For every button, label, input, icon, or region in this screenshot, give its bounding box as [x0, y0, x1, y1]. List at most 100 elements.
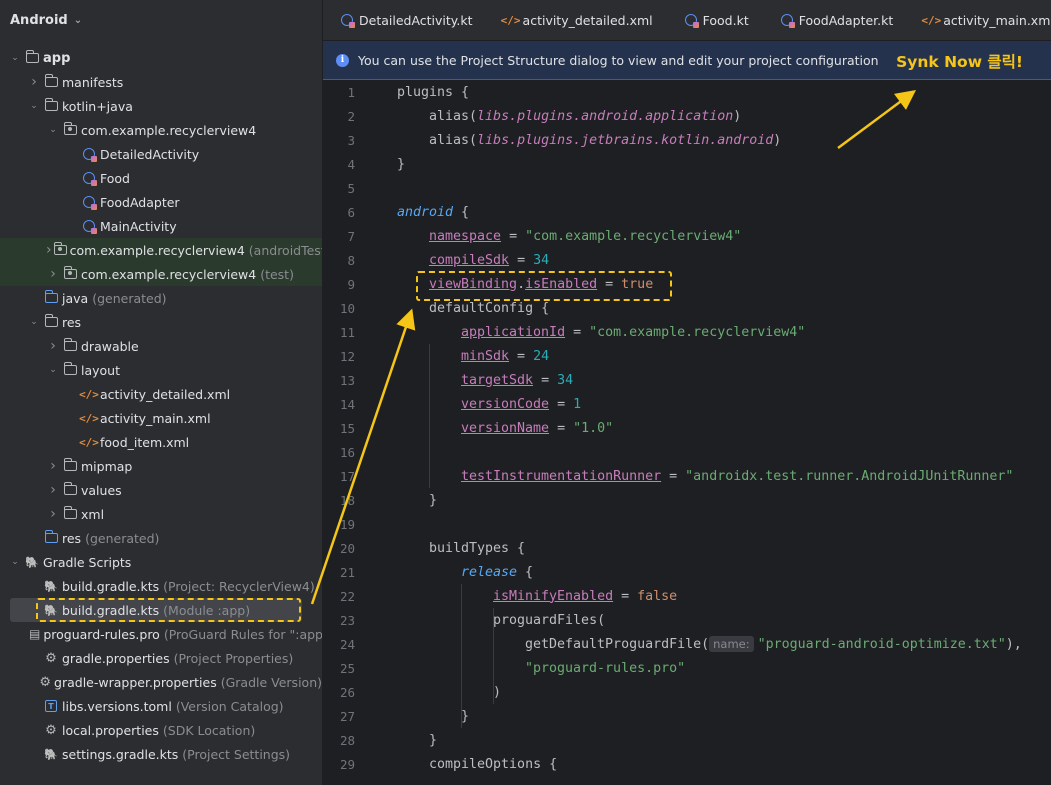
code-text: }	[429, 493, 437, 508]
tree-item[interactable]: ⚙ gradle-wrapper.properties (Gradle Versio…	[0, 670, 322, 694]
code-token: =	[565, 324, 590, 340]
chevron-right-icon[interactable]: ›	[46, 266, 60, 282]
tree-item-label: build.gradle.kts	[62, 578, 160, 594]
tree-item[interactable]: › com.example.recyclerview4 (test)	[0, 262, 322, 286]
chevron-right-icon[interactable]: ›	[46, 506, 60, 522]
package-icon	[62, 122, 78, 137]
tree-item[interactable]: 🐘 build.gradle.kts (Module :app)	[10, 598, 302, 622]
editor-tab[interactable]: </> activity_detailed.xml	[487, 0, 667, 40]
chevron-down-icon[interactable]: ⌄	[74, 15, 82, 26]
tree-item[interactable]: › manifests	[0, 70, 322, 94]
code-token: =	[597, 276, 622, 292]
chevron-down-icon[interactable]: ⌄	[8, 53, 22, 63]
tree-item-label: res	[62, 314, 82, 330]
chevron-down-icon[interactable]: ⌄	[46, 125, 60, 135]
code-token: versionCode	[461, 396, 550, 412]
editor-tab[interactable]: Food.kt	[667, 0, 763, 40]
kotlin-class-icon	[779, 13, 795, 28]
chevron-right-icon[interactable]: ›	[46, 338, 60, 354]
toml-icon: T	[43, 699, 59, 713]
tree-item[interactable]: 🐘 build.gradle.kts (Project: RecyclerView4…	[0, 574, 322, 598]
code-line: 20 buildTypes {	[323, 536, 1051, 560]
tree-item[interactable]: FoodAdapter	[0, 190, 322, 214]
tree-item[interactable]: ⌄ kotlin+java	[0, 94, 322, 118]
tree-item[interactable]: › com.example.recyclerview4 (androidTest)	[0, 238, 322, 262]
code-token: }	[461, 708, 470, 724]
tree-item-label: xml	[81, 506, 105, 522]
code-token: =	[549, 396, 574, 412]
tree-item[interactable]: java (generated)	[0, 286, 322, 310]
tree-item[interactable]: ⚙ gradle.properties (Project Properties)	[0, 646, 322, 670]
chevron-right-icon[interactable]: ›	[27, 74, 41, 90]
kotlin-class-icon	[81, 147, 97, 162]
tree-item[interactable]: ⌄ app	[0, 46, 322, 70]
code-token: )	[773, 132, 782, 148]
line-number: 22	[339, 588, 355, 604]
chevron-down-icon[interactable]: ⌄	[27, 101, 41, 111]
tree-item[interactable]: › drawable	[0, 334, 322, 358]
tree-item[interactable]: ⚙ local.properties (SDK Location)	[0, 718, 322, 742]
code-token: isEnabled	[525, 276, 598, 292]
code-editor[interactable]: 1 plugins {2 alias(libs.plugins.android.ap…	[323, 80, 1051, 785]
line-number: 1	[347, 84, 355, 100]
gear-icon: ⚙	[39, 674, 51, 690]
chevron-down-icon[interactable]: ⌄	[8, 557, 22, 567]
tree-item[interactable]: › values	[0, 478, 322, 502]
editor-tab[interactable]: DetailedActivity.kt	[323, 0, 487, 40]
tree-item[interactable]: MainActivity	[0, 214, 322, 238]
indent-guide	[461, 584, 462, 728]
code-text: applicationId = "com.example.recyclervie…	[461, 325, 805, 340]
chevron-right-icon[interactable]: ›	[46, 458, 60, 474]
tree-item-detail: (ProGuard Rules for ":app")	[163, 626, 323, 642]
tree-item[interactable]: </> activity_main.xml	[0, 406, 322, 430]
chevron-right-icon[interactable]: ›	[46, 242, 52, 258]
code-line: 12 minSdk = 24	[323, 344, 1051, 368]
code-token: versionName	[461, 420, 550, 436]
tree-item[interactable]: › mipmap	[0, 454, 322, 478]
chevron-right-icon[interactable]: ›	[46, 482, 60, 498]
code-token: defaultConfig {	[429, 300, 550, 316]
code-line: 26)	[323, 680, 1051, 704]
line-number: 17	[339, 468, 355, 484]
code-token: "proguard-android-optimize.txt"	[757, 636, 1006, 652]
tree-item[interactable]: Food	[0, 166, 322, 190]
parameter-hint: name:	[709, 635, 754, 652]
code-token: getDefaultProguardFile(	[525, 636, 710, 652]
tree-item[interactable]: 🐘 settings.gradle.kts (Project Settings)	[0, 742, 322, 766]
chevron-down-icon[interactable]: ⌄	[27, 317, 41, 327]
tree-item-label: values	[81, 482, 122, 498]
line-number: 5	[347, 180, 355, 196]
chevron-down-icon[interactable]: ⌄	[46, 365, 60, 375]
tree-item[interactable]: ⌄ 🐘 Gradle Scripts	[0, 550, 322, 574]
code-token: alias(	[429, 108, 478, 124]
project-view-selector[interactable]: Android ⌄	[0, 0, 322, 40]
tree-item[interactable]: ⌄ res	[0, 310, 322, 334]
tree-item[interactable]: </> food_item.xml	[0, 430, 322, 454]
tree-item[interactable]: › xml	[0, 502, 322, 526]
editor-tab[interactable]: FoodAdapter.kt	[763, 0, 908, 40]
line-number: 26	[339, 684, 355, 700]
code-line: 7 namespace = "com.example.recyclerview4"	[323, 224, 1051, 248]
code-text: compileSdk = 34	[429, 253, 549, 268]
banner-text: You can use the Project Structure dialog…	[358, 52, 879, 68]
code-text: minSdk = 24	[461, 349, 549, 364]
code-line: 17 testInstrumentationRunner = "androidx.…	[323, 464, 1051, 488]
tree-item[interactable]: ▤ proguard-rules.pro (ProGuard Rules for "…	[0, 622, 322, 646]
tree-item[interactable]: Tlibs.versions.toml (Version Catalog)	[0, 694, 322, 718]
line-number: 21	[339, 564, 355, 580]
code-token: compileSdk	[429, 252, 510, 268]
code-token: {	[517, 564, 534, 580]
tree-item[interactable]: DetailedActivity	[0, 142, 322, 166]
tree-item[interactable]: res (generated)	[0, 526, 322, 550]
kotlin-class-icon	[81, 219, 97, 234]
code-token: libs.plugins.android.application	[477, 108, 734, 124]
tree-item[interactable]: </> activity_detailed.xml	[0, 382, 322, 406]
editor-tab[interactable]: </> activity_main.xml	[907, 0, 1051, 40]
tree-item[interactable]: ⌄ layout	[0, 358, 322, 382]
line-number: 18	[339, 492, 355, 508]
kotlin-class-icon	[339, 13, 355, 28]
module-folder-icon	[24, 50, 40, 65]
tree-item[interactable]: ⌄ com.example.recyclerview4	[0, 118, 322, 142]
code-token: release	[461, 564, 518, 580]
code-line: 10 defaultConfig {	[323, 296, 1051, 320]
